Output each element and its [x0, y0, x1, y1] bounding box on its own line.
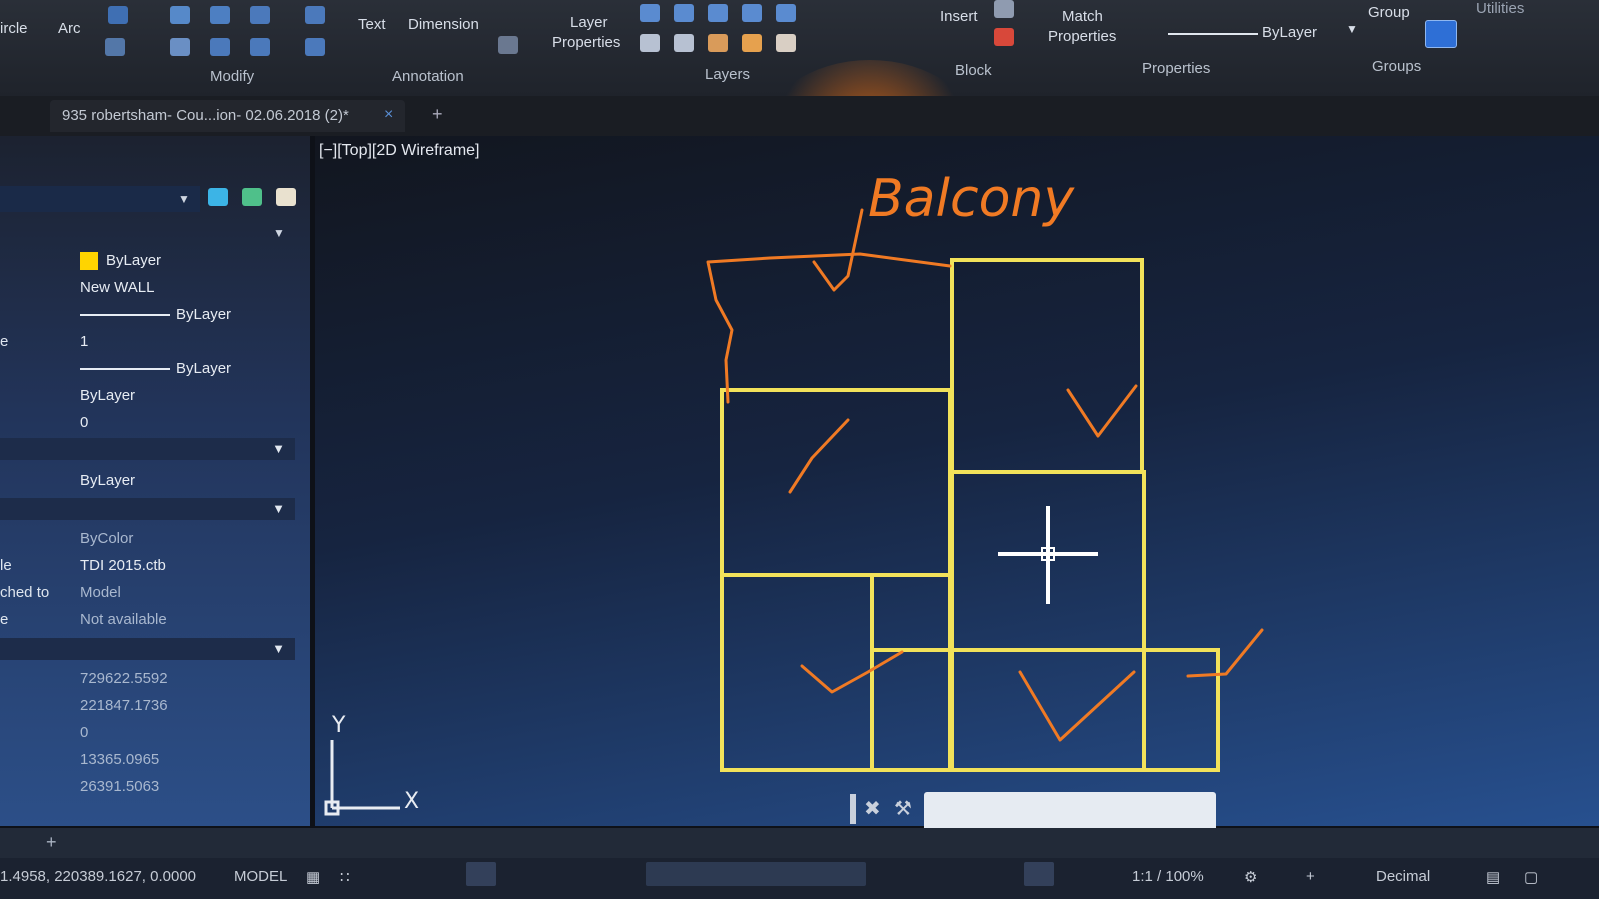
status-bar: 1.4958, 220389.1627, 0.0000 MODEL ▦ ∷ 1:…	[0, 858, 1599, 899]
snap-icon[interactable]: ∷	[340, 868, 350, 886]
command-grip[interactable]	[850, 794, 856, 824]
workspace-toggle[interactable]	[1024, 862, 1054, 886]
model-space-button[interactable]: MODEL	[234, 868, 287, 885]
balcony-pointer-markup	[812, 208, 864, 292]
ucs-y-label: Y	[331, 713, 346, 738]
properties-icon[interactable]: ▤	[1486, 868, 1500, 886]
check-mark-1	[788, 418, 850, 494]
osnap-toggles[interactable]	[646, 862, 866, 886]
ucs-icon	[324, 740, 400, 816]
check-mark-5	[1186, 628, 1264, 678]
balcony-outline-markup	[706, 252, 952, 404]
grid-icon[interactable]: ▦	[306, 868, 320, 886]
room-north	[950, 258, 1144, 474]
wrench-icon[interactable]: ⚒	[894, 796, 912, 821]
gear-icon[interactable]: ⚙	[1244, 868, 1257, 886]
drawing-canvas[interactable]: Balcony Y X	[0, 0, 1599, 899]
fullscreen-icon[interactable]: ▢	[1524, 868, 1538, 886]
room-east-annex	[1142, 648, 1220, 772]
ucs-x-label: X	[404, 789, 419, 814]
layout-tabs: +	[0, 828, 1599, 858]
command-input[interactable]	[924, 792, 1216, 832]
crosshair-cursor-icon	[998, 506, 1098, 604]
annotation-scale[interactable]: 1:1 / 100%	[1132, 868, 1204, 885]
check-mark-2	[1066, 384, 1138, 438]
command-line: ✖ ⚒	[848, 790, 1218, 832]
ortho-toggle[interactable]	[466, 862, 496, 886]
plus-icon[interactable]: +	[1306, 868, 1315, 885]
close-icon[interactable]: ✖	[864, 796, 881, 821]
check-mark-3	[800, 650, 904, 694]
markup-annotations	[706, 208, 1264, 742]
check-mark-4	[1018, 670, 1136, 742]
coordinate-readout: 1.4958, 220389.1627, 0.0000	[0, 868, 197, 885]
floor-plan-walls	[720, 258, 1220, 772]
add-layout-icon[interactable]: +	[46, 832, 57, 853]
room-west	[720, 388, 952, 772]
balcony-label: Balcony	[868, 169, 1075, 229]
units-dropdown[interactable]: Decimal	[1376, 868, 1430, 885]
